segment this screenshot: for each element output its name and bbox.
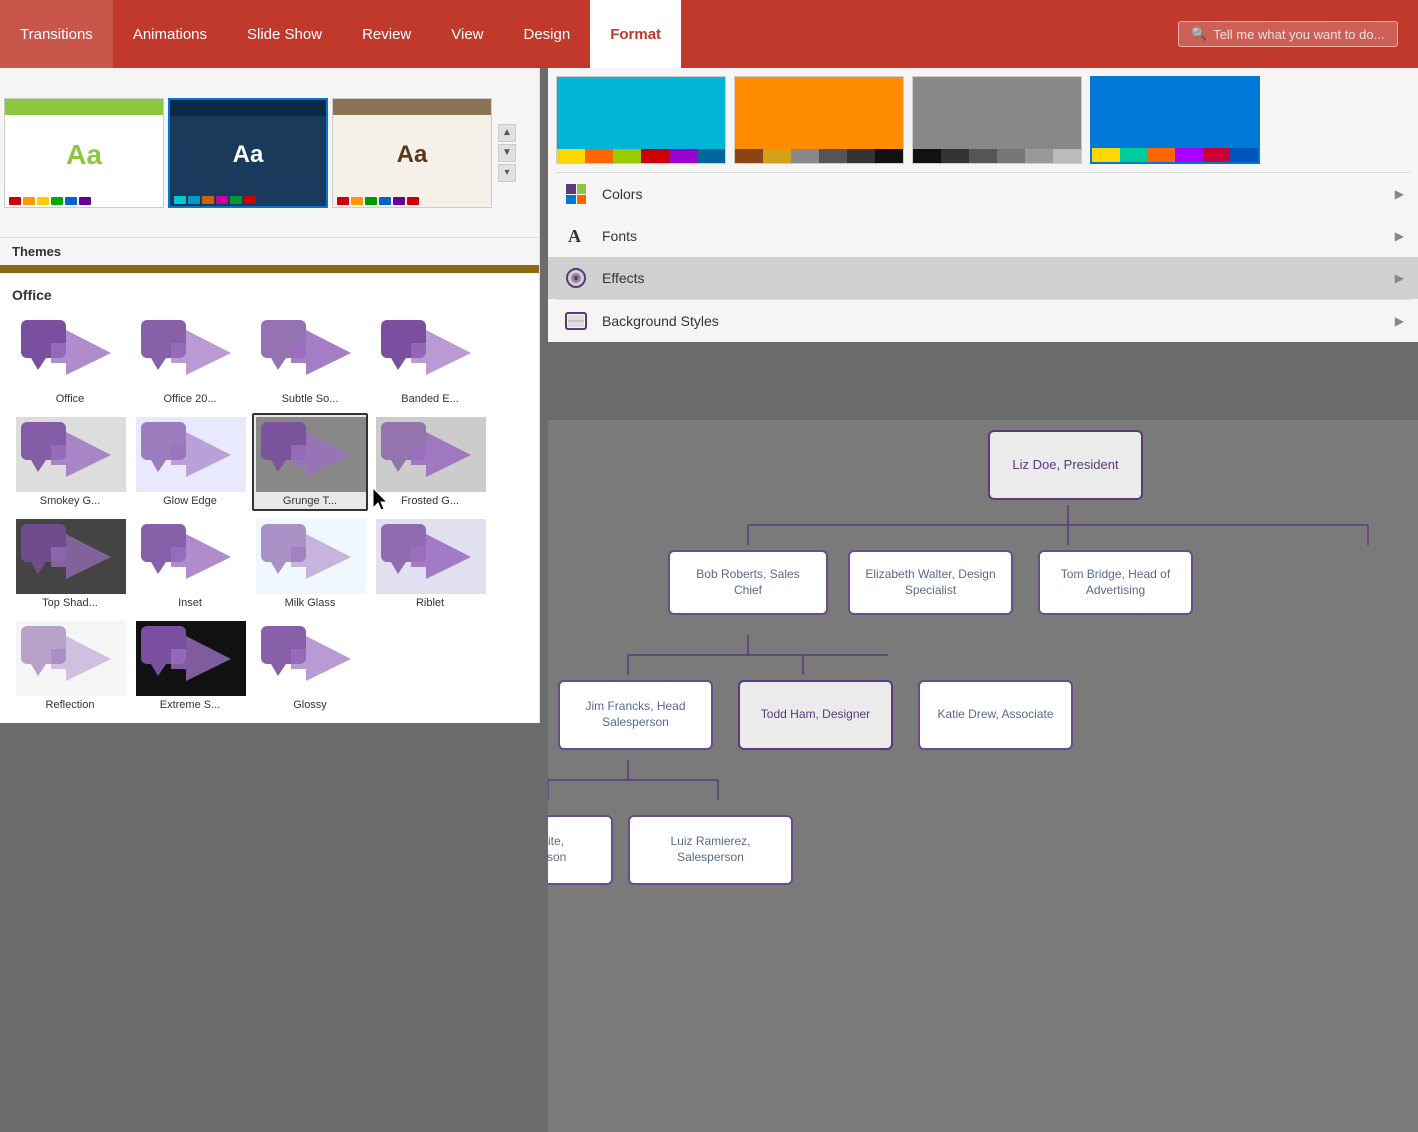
org-node-tom[interactable]: Tom Bridge, Head of Advertising bbox=[1038, 550, 1193, 615]
colors-label: Colors bbox=[602, 186, 1383, 202]
theme-item-riblet[interactable]: Riblet bbox=[372, 515, 488, 613]
org-node-todd-text: Todd Ham, Designer bbox=[761, 707, 870, 723]
bg-styles-arrow: ▶ bbox=[1395, 314, 1404, 328]
color-swatch-3[interactable] bbox=[912, 76, 1082, 164]
org-node-elizabeth-text: Elizabeth Walter, Design Specialist bbox=[862, 567, 999, 598]
org-lines bbox=[548, 420, 1418, 1132]
scroll-down[interactable]: ▼ bbox=[498, 144, 516, 162]
tab-slideshow[interactable]: Slide Show bbox=[227, 0, 342, 68]
scroll-arrows: ▲ ▼ ▾ bbox=[498, 124, 516, 182]
theme-item-office[interactable]: Office bbox=[12, 311, 128, 409]
colors-icon bbox=[562, 180, 590, 208]
effects-arrow: ▶ bbox=[1395, 271, 1404, 285]
right-panel: Colors ▶ A Fonts ▶ Effects ▶ bbox=[548, 68, 1418, 342]
org-node-luiz-text: Luiz Ramierez, Salesperson bbox=[642, 834, 779, 865]
scroll-expand[interactable]: ▾ bbox=[498, 164, 516, 182]
org-node-katie[interactable]: Katie Drew, Associate bbox=[918, 680, 1073, 750]
bg-styles-icon bbox=[562, 307, 590, 335]
svg-text:A: A bbox=[568, 226, 581, 246]
office-header: Office bbox=[12, 281, 527, 311]
menu-effects[interactable]: Effects ▶ bbox=[548, 257, 1418, 299]
thumbnail-theme-3[interactable]: Aa bbox=[332, 98, 492, 208]
org-node-tom-text: Tom Bridge, Head of Advertising bbox=[1052, 567, 1179, 598]
office-section: Office Office Office 20... Subtle So... bbox=[0, 273, 539, 723]
color-swatch-1[interactable] bbox=[556, 76, 726, 164]
colors-arrow: ▶ bbox=[1395, 187, 1404, 201]
search-box[interactable]: 🔍 Tell me what you want to do... bbox=[1178, 21, 1398, 47]
search-icon: 🔍 bbox=[1191, 26, 1207, 42]
tab-review[interactable]: Review bbox=[342, 0, 431, 68]
design-panel: Aa Aa bbox=[0, 68, 540, 723]
fonts-arrow: ▶ bbox=[1395, 229, 1404, 243]
menu-bg-styles[interactable]: Background Styles ▶ bbox=[548, 300, 1418, 342]
sep-bar bbox=[0, 265, 539, 273]
tab-format[interactable]: Format bbox=[590, 0, 681, 68]
theme-item-glowedge[interactable]: Glow Edge bbox=[132, 413, 248, 511]
org-node-bob[interactable]: Bob Roberts, Sales Chief bbox=[668, 550, 828, 615]
theme-item-grunget[interactable]: Grunge T... bbox=[252, 413, 368, 511]
theme-item-milkglass[interactable]: Milk Glass bbox=[252, 515, 368, 613]
org-node-jim[interactable]: Jim Francks, Head Salesperson bbox=[558, 680, 713, 750]
org-node-katie-text: Katie Drew, Associate bbox=[937, 707, 1053, 723]
themes-label: Themes bbox=[0, 238, 539, 265]
theme-item-inset[interactable]: Inset bbox=[132, 515, 248, 613]
org-node-bob-text: Bob Roberts, Sales Chief bbox=[682, 567, 814, 598]
org-node-elizabeth[interactable]: Elizabeth Walter, Design Specialist bbox=[848, 550, 1013, 615]
theme-item-subtleso[interactable]: Subtle So... bbox=[252, 311, 368, 409]
fonts-label: Fonts bbox=[602, 228, 1383, 244]
theme-item-smokeyg[interactable]: Smokey G... bbox=[12, 413, 128, 511]
menu-fonts[interactable]: A Fonts ▶ bbox=[548, 215, 1418, 257]
tab-animations[interactable]: Animations bbox=[113, 0, 227, 68]
search-placeholder: Tell me what you want to do... bbox=[1213, 27, 1384, 42]
swatches-row bbox=[548, 68, 1418, 168]
org-node-liz-text: Liz Doe, President bbox=[1012, 457, 1118, 474]
tab-view[interactable]: View bbox=[431, 0, 503, 68]
menu-colors[interactable]: Colors ▶ bbox=[548, 173, 1418, 215]
org-node-jim-text: Jim Francks, Head Salesperson bbox=[572, 699, 699, 730]
theme-item-frostedg[interactable]: Frosted G... bbox=[372, 413, 488, 511]
bg-styles-label: Background Styles bbox=[602, 313, 1383, 329]
theme-item-office20[interactable]: Office 20... bbox=[132, 311, 248, 409]
fonts-icon: A bbox=[562, 222, 590, 250]
org-node-beth-text: Beth White, Salesperson bbox=[548, 834, 599, 865]
org-node-liz[interactable]: Liz Doe, President bbox=[988, 430, 1143, 500]
scroll-up[interactable]: ▲ bbox=[498, 124, 516, 142]
org-node-beth[interactable]: Beth White, Salesperson bbox=[548, 815, 613, 885]
effects-icon bbox=[562, 264, 590, 292]
theme-item-extremes[interactable]: Extreme S... bbox=[132, 617, 248, 715]
org-node-luiz[interactable]: Luiz Ramierez, Salesperson bbox=[628, 815, 793, 885]
effects-label: Effects bbox=[602, 270, 1383, 286]
theme-item-reflection[interactable]: Reflection bbox=[12, 617, 128, 715]
theme-item-glossy[interactable]: Glossy bbox=[252, 617, 368, 715]
color-swatch-2[interactable] bbox=[734, 76, 904, 164]
ribbon: Transitions Animations Slide Show Review… bbox=[0, 0, 1418, 68]
thumbnail-theme-2[interactable]: Aa bbox=[168, 98, 328, 208]
org-node-todd[interactable]: Todd Ham, Designer bbox=[738, 680, 893, 750]
color-swatch-4[interactable] bbox=[1090, 76, 1260, 164]
theme-item-topshad[interactable]: Top Shad... bbox=[12, 515, 128, 613]
themes-grid: Office Office 20... Subtle So... Banded … bbox=[12, 311, 527, 715]
theme-item-bandede[interactable]: Banded E... bbox=[372, 311, 488, 409]
thumbnail-theme-1[interactable]: Aa bbox=[4, 98, 164, 208]
tab-design[interactable]: Design bbox=[504, 0, 591, 68]
tab-transitions[interactable]: Transitions bbox=[0, 0, 113, 68]
themes-row: Aa Aa bbox=[0, 68, 539, 238]
org-chart-area: Liz Doe, President Bob Roberts, Sales Ch… bbox=[548, 420, 1418, 1132]
